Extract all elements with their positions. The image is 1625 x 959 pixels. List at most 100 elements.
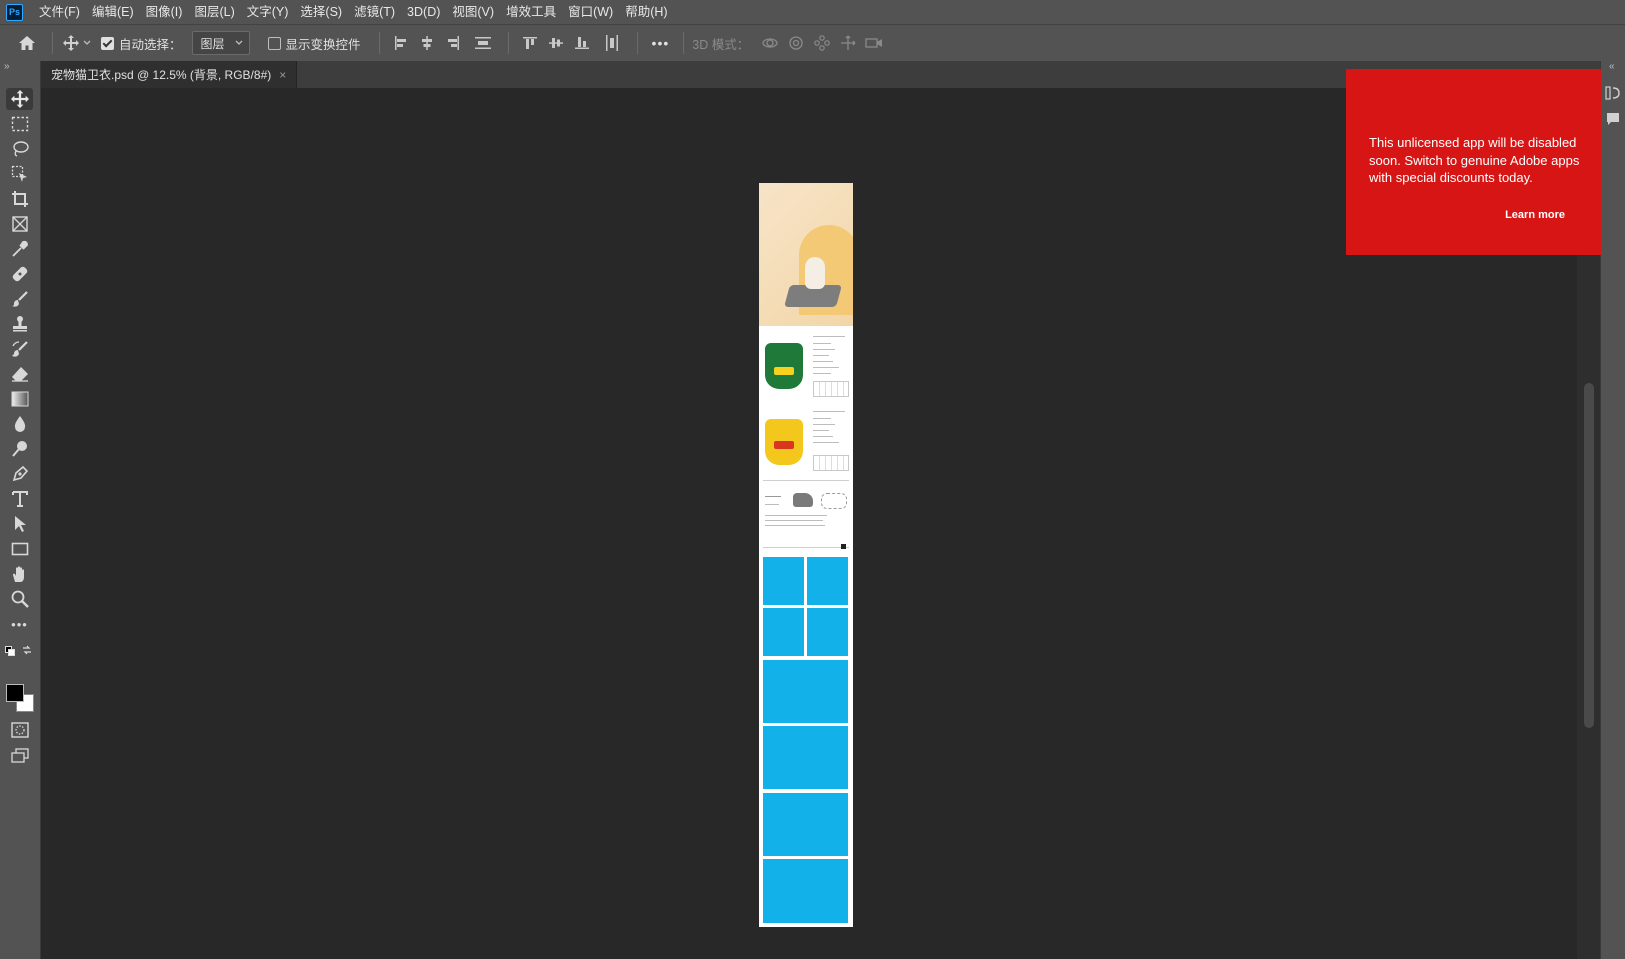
3d-pan-icon[interactable]: [809, 35, 835, 51]
spec-line: [813, 411, 845, 412]
default-colors-icon[interactable]: [5, 646, 15, 656]
healing-brush-tool-icon[interactable]: [6, 263, 33, 285]
menu-edit[interactable]: 编辑(E): [86, 0, 140, 24]
photoshop-logo[interactable]: Ps: [6, 3, 23, 21]
document-canvas[interactable]: [759, 183, 853, 927]
home-icon[interactable]: [14, 35, 40, 51]
menu-file[interactable]: 文件(F): [33, 0, 86, 24]
hand-tool-icon[interactable]: [6, 563, 33, 585]
frame-tool-icon[interactable]: [6, 213, 33, 235]
dog-measure-illustration: [793, 493, 813, 507]
menu-window[interactable]: 窗口(W): [562, 0, 619, 24]
align-top-icon[interactable]: [517, 36, 543, 50]
distribute-horizontal-icon[interactable]: [595, 35, 629, 51]
spec-line: [813, 373, 831, 374]
spec-line: [765, 525, 825, 526]
separator: [378, 32, 380, 54]
hero-image: [759, 183, 853, 326]
blur-tool-icon[interactable]: [6, 413, 33, 435]
distribute-vertical-icon[interactable]: [466, 36, 500, 50]
note-line: [763, 480, 849, 481]
separator: [52, 32, 53, 54]
screen-mode-icon[interactable]: [6, 745, 33, 767]
path-selection-tool-icon[interactable]: [6, 513, 33, 535]
dog-outline-illustration: [821, 493, 847, 509]
menu-plugins[interactable]: 增效工具: [500, 0, 562, 24]
options-bar: 自动选择： 图层 显示变换控件 ••• 3D 模式：: [0, 24, 1625, 62]
3d-roll-icon[interactable]: [783, 35, 809, 51]
move-tool-icon[interactable]: [61, 35, 81, 51]
align-horizontal-center-icon[interactable]: [414, 36, 440, 50]
zoom-tool-icon[interactable]: [6, 588, 33, 610]
hero-cat: [805, 257, 825, 289]
tools-panel: » •••: [0, 61, 41, 959]
marquee-tool-icon[interactable]: [6, 113, 33, 135]
rectangle-tool-icon[interactable]: [6, 538, 33, 560]
clone-stamp-tool-icon[interactable]: [6, 313, 33, 335]
panel-expand-icon[interactable]: «: [1609, 61, 1615, 72]
align-bottom-icon[interactable]: [569, 36, 595, 50]
placeholder-block: [763, 660, 848, 723]
spec-line: [765, 520, 823, 521]
foreground-color-swatch[interactable]: [6, 684, 24, 702]
chevron-down-icon[interactable]: [81, 40, 93, 46]
object-selection-tool-icon[interactable]: [6, 163, 33, 185]
spec-line: [813, 361, 833, 362]
learn-more-link[interactable]: Learn more: [1505, 209, 1565, 221]
align-left-icon[interactable]: [388, 36, 414, 50]
document-tab[interactable]: 宠物猫卫衣.psd @ 12.5% (背景, RGB/8#) ×: [41, 61, 298, 88]
spec-line: [813, 442, 839, 443]
pen-tool-icon[interactable]: [6, 463, 33, 485]
menu-help[interactable]: 帮助(H): [619, 0, 673, 24]
placeholder-block: [763, 793, 848, 856]
history-brush-tool-icon[interactable]: [6, 338, 33, 360]
spec-line: [765, 496, 781, 497]
quick-mask-icon[interactable]: [6, 719, 33, 741]
move-tool-icon[interactable]: [6, 88, 33, 110]
spec-line: [765, 504, 779, 505]
scrollbar-thumb[interactable]: [1584, 383, 1594, 728]
panel-collapse-icon[interactable]: »: [4, 61, 10, 72]
close-icon[interactable]: ×: [279, 68, 286, 82]
separator: [507, 32, 509, 54]
spec-line: [813, 343, 831, 344]
spec-line: [813, 336, 845, 337]
menu-view[interactable]: 视图(V): [446, 0, 500, 24]
eraser-tool-icon[interactable]: [6, 363, 33, 385]
section-marker: [841, 544, 846, 549]
brush-tool-icon[interactable]: [6, 288, 33, 310]
menu-image[interactable]: 图像(I): [140, 0, 189, 24]
type-tool-icon[interactable]: [6, 488, 33, 510]
align-right-icon[interactable]: [440, 36, 466, 50]
shirt-label: [774, 367, 794, 375]
3d-slide-icon[interactable]: [835, 35, 861, 51]
align-vertical-center-icon[interactable]: [543, 36, 569, 50]
document-tab-title: 宠物猫卫衣.psd @ 12.5% (背景, RGB/8#): [51, 68, 272, 82]
menu-type[interactable]: 文字(Y): [241, 0, 295, 24]
3d-camera-icon[interactable]: [861, 37, 887, 49]
right-panel-strip: «: [1600, 61, 1625, 959]
auto-select-target-value: 图层: [200, 36, 225, 51]
spec-line: [813, 367, 839, 368]
spec-line: [813, 430, 829, 431]
lasso-tool-icon[interactable]: [6, 138, 33, 160]
menu-filter[interactable]: 滤镜(T): [348, 0, 401, 24]
menu-3d[interactable]: 3D(D): [401, 0, 446, 24]
placeholder-block: [763, 726, 848, 789]
dodge-tool-icon[interactable]: [6, 438, 33, 460]
more-tools-icon[interactable]: •••: [6, 613, 33, 635]
gradient-tool-icon[interactable]: [6, 388, 33, 410]
auto-select-checkbox[interactable]: [101, 36, 114, 50]
crop-tool-icon[interactable]: [6, 188, 33, 210]
comments-panel-icon[interactable]: [1606, 112, 1620, 126]
menu-layer[interactable]: 图层(L): [188, 0, 240, 24]
auto-select-target-dropdown[interactable]: 图层: [191, 31, 250, 55]
eyedropper-tool-icon[interactable]: [6, 238, 33, 260]
more-options-button[interactable]: •••: [646, 35, 676, 51]
3d-orbit-icon[interactable]: [757, 35, 783, 51]
menu-select[interactable]: 选择(S): [294, 0, 348, 24]
placeholder-block: [807, 608, 848, 656]
swap-colors-icon[interactable]: [22, 645, 32, 655]
show-transform-checkbox[interactable]: [267, 36, 281, 50]
history-panel-icon[interactable]: [1605, 85, 1621, 101]
